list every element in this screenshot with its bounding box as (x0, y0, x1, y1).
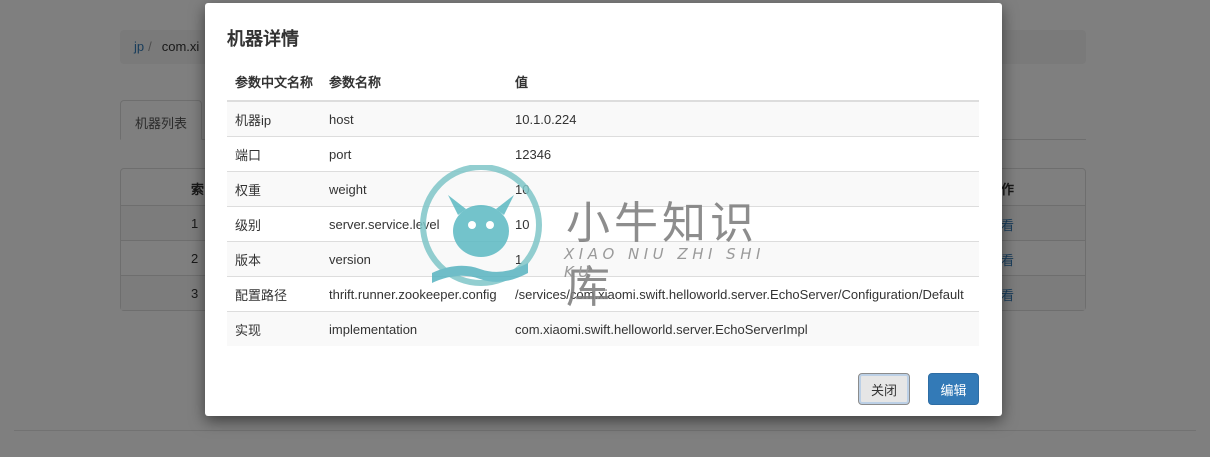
cell-value: 10.1.0.224 (507, 101, 979, 137)
header-value: 值 (507, 63, 979, 102)
cell-cn: 实现 (227, 311, 321, 346)
table-row: 实现 implementation com.xiaomi.swift.hello… (227, 311, 979, 346)
cell-cn: 机器ip (227, 101, 321, 137)
cell-name: server.service.level (321, 206, 507, 242)
cell-cn: 配置路径 (227, 276, 321, 312)
cell-name: thrift.runner.zookeeper.config (321, 276, 507, 312)
table-row: 机器ip host 10.1.0.224 (227, 101, 979, 137)
close-button[interactable]: 关闭 (858, 373, 910, 405)
table-row: 配置路径 thrift.runner.zookeeper.config /ser… (227, 276, 979, 312)
table-row: 级别 server.service.level 10 (227, 206, 979, 242)
modal-title: 机器详情 (227, 29, 299, 49)
detail-table-header: 参数中文名称 参数名称 值 (227, 63, 979, 102)
cell-value: com.xiaomi.swift.helloworld.server.EchoS… (507, 311, 979, 346)
cell-name: weight (321, 171, 507, 207)
header-param-name: 参数名称 (321, 63, 507, 102)
cell-name: port (321, 136, 507, 172)
table-row: 权重 weight 10 (227, 171, 979, 207)
cell-cn: 级别 (227, 206, 321, 242)
table-row: 版本 version 1 (227, 241, 979, 277)
detail-table: 参数中文名称 参数名称 值 机器ip host 10.1.0.224 端口 po… (227, 63, 979, 346)
cell-cn: 版本 (227, 241, 321, 277)
cell-cn: 端口 (227, 136, 321, 172)
cell-value: 12346 (507, 136, 979, 172)
cell-value: 1 (507, 241, 979, 277)
cell-name: version (321, 241, 507, 277)
cell-cn: 权重 (227, 171, 321, 207)
cell-name: implementation (321, 311, 507, 346)
cell-value: 10 (507, 206, 979, 242)
header-cn-name: 参数中文名称 (227, 63, 321, 102)
cell-name: host (321, 101, 507, 137)
table-row: 端口 port 12346 (227, 136, 979, 172)
machine-detail-modal: 机器详情 参数中文名称 参数名称 值 机器ip host 10.1.0.224 … (205, 3, 1002, 416)
edit-button[interactable]: 编辑 (928, 373, 979, 405)
cell-value: /services/com.xiaomi.swift.helloworld.se… (507, 276, 979, 312)
cell-value: 10 (507, 171, 979, 207)
